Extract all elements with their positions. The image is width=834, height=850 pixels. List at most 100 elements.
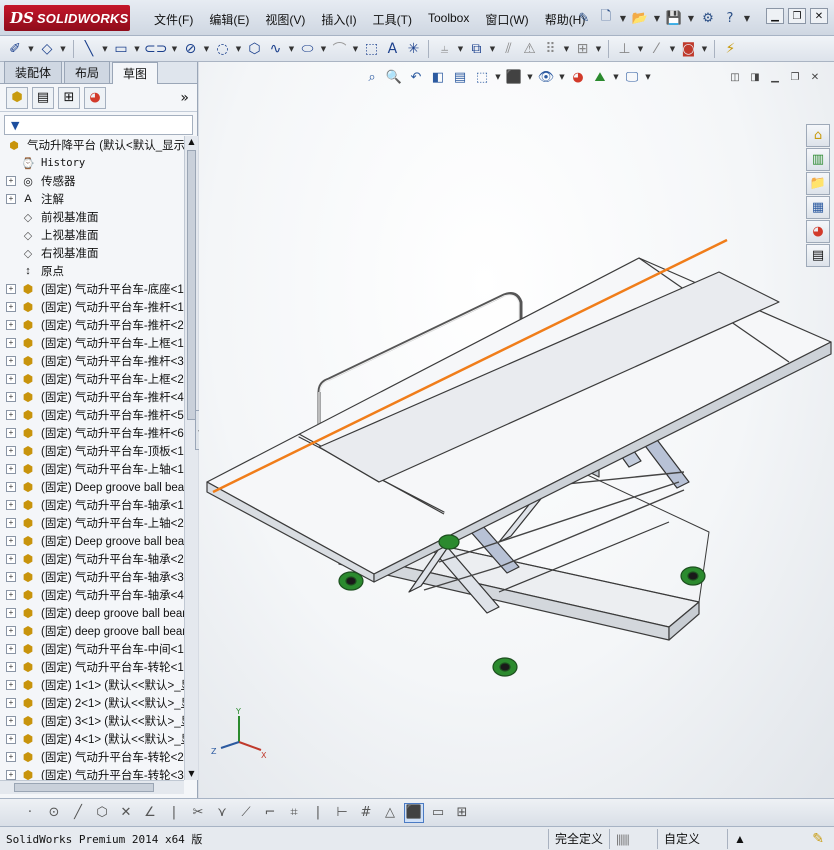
expand-icon[interactable]: + [6, 338, 16, 348]
linear-pattern-icon[interactable]: ⠿ [541, 39, 559, 59]
tree-row[interactable]: + ⬢ (固定) 气动升平台车-底座<1> [0, 280, 184, 298]
hide-show-items-icon[interactable]: 👁 [537, 68, 555, 86]
point-icon[interactable]: · [20, 803, 40, 823]
menu-item[interactable]: 视图(V) [257, 9, 313, 30]
close-icon[interactable]: ✕ [810, 8, 828, 24]
pin-icon[interactable]: ✎ [574, 8, 594, 28]
expand-icon[interactable]: + [6, 356, 16, 366]
tree-root[interactable]: ⬢ 气动升降平台 (默认<默认_显示状态-1>) [0, 136, 184, 154]
scissors-icon[interactable]: ✂ [188, 803, 208, 823]
new-document-icon[interactable]: 🗋 [596, 8, 616, 28]
home-icon[interactable]: ⌂ [806, 124, 830, 147]
tree-row[interactable]: + ⬢ (固定) 气动升平台车-推杆<2> [0, 316, 184, 334]
expand-icon[interactable]: + [6, 518, 16, 528]
rectangle-icon[interactable]: ▭ [112, 39, 130, 59]
appearance-manager-icon[interactable]: ◕ [84, 86, 106, 109]
expand-icon[interactable]: + [6, 662, 16, 672]
circle-icon[interactable]: ⊘ [181, 39, 199, 59]
cross-icon[interactable]: ✕ [116, 803, 136, 823]
chevron-down-icon[interactable]: ▼ [351, 39, 359, 59]
property-manager-icon[interactable]: ▤ [32, 86, 54, 109]
plane-icon[interactable]: ⬚ [362, 39, 380, 59]
menu-item[interactable]: 编辑(E) [201, 9, 257, 30]
tree-row[interactable]: + ⬢ (固定) 气动升平台车-轴承<3> [0, 568, 184, 586]
expand-icon[interactable]: + [6, 644, 16, 654]
zoom-to-fit-icon[interactable]: ⌕ [363, 68, 381, 86]
chevron-down-icon[interactable]: ▼ [133, 39, 141, 59]
tree-row[interactable]: + ⬢ (固定) 气动升平台车-转轮<3> [0, 766, 184, 780]
tree-row[interactable]: ◇ 上视基准面 [0, 226, 184, 244]
configuration-manager-icon[interactable]: ⊞ [58, 86, 80, 109]
tree-row[interactable]: + ⬢ (固定) 气动升平台车-中间<1> [0, 640, 184, 658]
solidworks-logo[interactable]: DS SOLIDWORKS [4, 5, 130, 31]
menu-item[interactable]: Toolbox [420, 9, 477, 30]
line-icon[interactable]: ╲ [80, 39, 98, 59]
expand-icon[interactable]: + [6, 608, 16, 618]
expand-icon[interactable]: + [6, 302, 16, 312]
chevron-down-icon[interactable]: ▼ [562, 39, 570, 59]
feature-tree-icon[interactable]: ⬢ [6, 86, 28, 109]
quick-snaps-icon[interactable]: ◙ [679, 39, 697, 59]
chevron-down-icon[interactable]: ▼ [319, 39, 327, 59]
display-relations-icon[interactable]: ⊥ [615, 39, 633, 59]
minimize-icon[interactable]: ▁ [768, 70, 782, 84]
scroll-thumb[interactable] [187, 150, 196, 420]
angle-icon[interactable]: ∠ [140, 803, 160, 823]
options-icon[interactable]: ⚙ [698, 8, 718, 28]
text-icon[interactable]: A [383, 39, 401, 59]
expand-icon[interactable]: + [6, 320, 16, 330]
chevron-down-icon[interactable]: ▼ [700, 39, 708, 59]
tree-vertical-scrollbar[interactable]: ▲ ▼ [184, 136, 198, 780]
mirror-icon[interactable]: ⚠ [520, 39, 538, 59]
chevron-down-icon[interactable]: ▼ [202, 39, 210, 59]
rapid-sketch-icon[interactable]: ⚡ [721, 39, 739, 59]
dynamic-annotation-icon[interactable]: ▤ [451, 68, 469, 86]
tree-row[interactable]: + ⬢ (固定) 气动升平台车-上轴<2> [0, 514, 184, 532]
expand-icon[interactable]: + [6, 176, 16, 186]
view-orientation-icon[interactable]: ⬚ [473, 68, 491, 86]
fillet-icon[interactable]: ⌒ [330, 39, 348, 59]
expand-icon[interactable]: + [6, 428, 16, 438]
previous-view-icon[interactable]: ↶ [407, 68, 425, 86]
file-explorer-icon[interactable]: 📁 [806, 172, 830, 195]
apply-scene-icon[interactable]: ⛰ [591, 68, 609, 86]
tree-row[interactable]: + ⬢ (固定) 气动升平台车-轴承<2> [0, 550, 184, 568]
expand-icon[interactable]: + [6, 734, 16, 744]
viewport-link-icon[interactable]: ◨ [748, 70, 762, 84]
point-icon[interactable]: ✳ [404, 39, 422, 59]
design-library-icon[interactable]: ▥ [806, 148, 830, 171]
tags-icon[interactable]: ✎ [812, 831, 824, 847]
expand-icon[interactable]: + [6, 716, 16, 726]
tree-row[interactable]: ↕ 原点 [0, 262, 184, 280]
tree-row[interactable]: + ⬢ (固定) 4<1> (默认<<默认>_显示状态 1>) [0, 730, 184, 748]
unit-system[interactable]: 自定义 [657, 828, 727, 849]
tree-row[interactable]: + ⬢ (固定) 气动升平台车-推杆<4> [0, 388, 184, 406]
table-icon[interactable]: ⊞ [452, 803, 472, 823]
chevron-down-icon[interactable]: ▼ [742, 8, 752, 28]
chevron-down-icon[interactable]: ▼ [287, 39, 295, 59]
expand-icon[interactable]: + [6, 572, 16, 582]
tree-row[interactable]: + ⬢ (固定) 气动升平台车-转轮<2> [0, 748, 184, 766]
expand-icon[interactable]: + [6, 194, 16, 204]
tree-row[interactable]: + ⬢ (固定) deep groove ball bearing<4> [0, 622, 184, 640]
extend-icon[interactable]: ⟋ [236, 803, 256, 823]
expand-icon[interactable]: + [6, 374, 16, 384]
expand-icon[interactable]: + [6, 500, 16, 510]
expand-icon[interactable]: + [6, 698, 16, 708]
corner-icon[interactable]: ⌐ [260, 803, 280, 823]
menu-item[interactable]: 工具(T) [365, 9, 420, 30]
chevron-down-icon[interactable]: ▼ [618, 8, 628, 28]
tree-row[interactable]: + ⬢ (固定) 3<1> (默认<<默认>_显示状态 1>) [0, 712, 184, 730]
panel-tab[interactable]: 布局 [64, 61, 111, 83]
help-icon[interactable]: ? [720, 8, 740, 28]
graphics-area[interactable]: ⌕ 🔍 ↶ ◧ ▤ ⬚ ▼ ⬛ ▼ 👁 ▼ ◕ ⛰ ▼ 🖵 ▼ ◫ ◨ ▁ ❐ ✕ ⌂ ▥… [199, 62, 834, 798]
chevron-down-icon[interactable]: ▼ [527, 68, 533, 86]
tree-row[interactable]: + ◎ 传感器 [0, 172, 184, 190]
open-folder-icon[interactable]: 📂 [630, 8, 650, 28]
circle-center-icon[interactable]: ⊙ [44, 803, 64, 823]
chevron-down-icon[interactable]: ▼ [668, 39, 676, 59]
expand-icon[interactable]: + [6, 410, 16, 420]
tree-row[interactable]: + ⬢ (固定) 气动升平台车-推杆<6> [0, 424, 184, 442]
tree-row[interactable]: + ⬢ (固定) 2<1> (默认<<默认>_显示状态 1>) [0, 694, 184, 712]
tree-row[interactable]: + ⬢ (固定) 气动升平台车-推杆<1> [0, 298, 184, 316]
